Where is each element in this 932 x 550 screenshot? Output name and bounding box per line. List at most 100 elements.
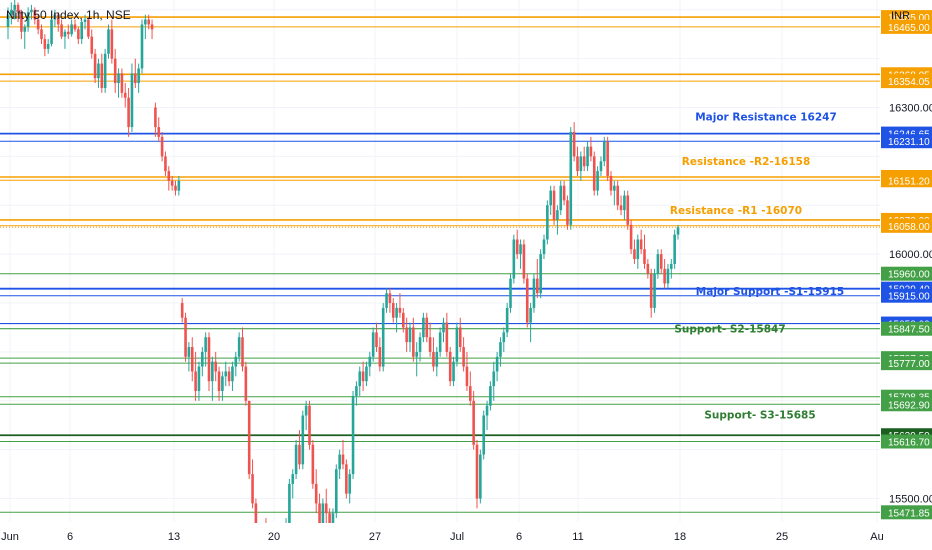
candle-body xyxy=(643,249,646,264)
candle-body xyxy=(606,141,609,176)
candle-body xyxy=(167,171,171,181)
candle-body xyxy=(676,227,680,235)
candle-body xyxy=(539,254,542,294)
candle-body xyxy=(23,26,27,32)
level-annotation: Resistance -R2-16158 xyxy=(682,156,811,168)
candle-body xyxy=(157,127,161,137)
candle-body xyxy=(559,185,563,211)
candle-body xyxy=(482,415,485,455)
candle-body xyxy=(63,31,67,37)
candle-body xyxy=(291,474,295,484)
candle-body xyxy=(90,36,94,54)
candle-body xyxy=(391,303,395,318)
candle-body xyxy=(458,327,462,348)
candle-body xyxy=(314,483,318,504)
candle-body xyxy=(646,263,650,274)
candle-body xyxy=(398,307,402,313)
candle-body xyxy=(214,361,217,372)
candle-body xyxy=(656,254,660,274)
time-tick-label: Jul xyxy=(450,531,464,543)
candle-body xyxy=(649,273,653,308)
candle-body xyxy=(603,141,606,162)
candle-body xyxy=(613,185,616,191)
candle-body xyxy=(351,395,355,475)
candle-body xyxy=(201,351,204,367)
chart-title: Nifty 50 Index, 1h, NSE xyxy=(6,8,131,22)
time-tick-label: 13 xyxy=(168,531,180,543)
candle-body xyxy=(190,347,194,372)
candle-body xyxy=(67,31,70,35)
price-label-text: 16465.00 xyxy=(888,23,930,34)
candle-body xyxy=(304,405,308,416)
time-tick-label: 11 xyxy=(572,531,583,543)
candle-body xyxy=(371,332,375,357)
candle-body xyxy=(569,131,573,225)
candle-body xyxy=(582,156,586,167)
candle-body xyxy=(515,239,519,255)
candle-body xyxy=(425,317,429,338)
candle-body xyxy=(502,332,506,343)
candle-body xyxy=(204,337,207,352)
price-label-text: 15847.50 xyxy=(888,325,930,336)
candle-body xyxy=(546,205,549,240)
candle-body xyxy=(375,332,378,348)
candle-body xyxy=(542,239,546,255)
candle-body xyxy=(77,29,80,40)
candle-body xyxy=(113,58,117,84)
candle-body xyxy=(525,278,529,323)
candle-body xyxy=(234,356,238,367)
candle-body xyxy=(408,327,412,343)
candle-body xyxy=(435,351,439,367)
candle-body xyxy=(623,195,626,211)
candle-body xyxy=(659,254,663,269)
candle-body xyxy=(599,161,603,172)
candle-body xyxy=(629,224,633,250)
candle-body xyxy=(636,239,640,260)
candle-body xyxy=(311,444,315,484)
level-annotation: Support- S3-15685 xyxy=(704,409,815,421)
candle-body xyxy=(140,24,144,69)
time-tick-label: Au xyxy=(870,531,883,543)
candle-body xyxy=(361,371,365,382)
price-label-text: 15692.90 xyxy=(888,400,930,411)
time-tick-label: 20 xyxy=(268,531,280,543)
candle-body xyxy=(385,293,388,308)
candle-body xyxy=(619,205,623,211)
candle-body xyxy=(576,156,579,172)
candle-body xyxy=(110,29,114,59)
candle-body xyxy=(465,366,469,387)
candle-body xyxy=(241,337,244,367)
candle-body xyxy=(388,293,392,304)
candle-body xyxy=(217,371,221,392)
candle-body xyxy=(345,464,348,494)
candle-body xyxy=(120,73,124,93)
candle-body xyxy=(586,146,589,167)
candlestick-chart[interactable]: Major Resistance 16247 Resistance -R2-161… xyxy=(0,0,932,550)
candle-body xyxy=(609,175,613,191)
candle-body xyxy=(492,371,496,387)
candle-body xyxy=(180,303,184,318)
candle-body xyxy=(529,307,532,323)
candle-body xyxy=(80,21,83,40)
candle-body xyxy=(301,415,305,465)
candle-body xyxy=(378,347,382,367)
candle-body xyxy=(348,474,351,494)
candle-body xyxy=(87,19,90,37)
candle-body xyxy=(341,454,345,465)
candle-body xyxy=(60,24,63,37)
candle-body xyxy=(428,337,432,352)
candle-body xyxy=(154,107,157,128)
candle-body xyxy=(355,386,358,396)
time-axis-background[interactable] xyxy=(0,523,932,550)
candle-body xyxy=(663,268,666,284)
candle-body xyxy=(395,307,398,318)
candle-body xyxy=(415,351,418,357)
candle-body xyxy=(224,371,228,377)
candle-body xyxy=(127,97,130,128)
candle-body xyxy=(596,171,599,191)
price-label-text: 16354.05 xyxy=(888,77,930,88)
candle-body xyxy=(666,268,670,284)
candle-body xyxy=(177,180,181,191)
candle-body xyxy=(43,39,47,49)
candle-body xyxy=(418,337,422,352)
